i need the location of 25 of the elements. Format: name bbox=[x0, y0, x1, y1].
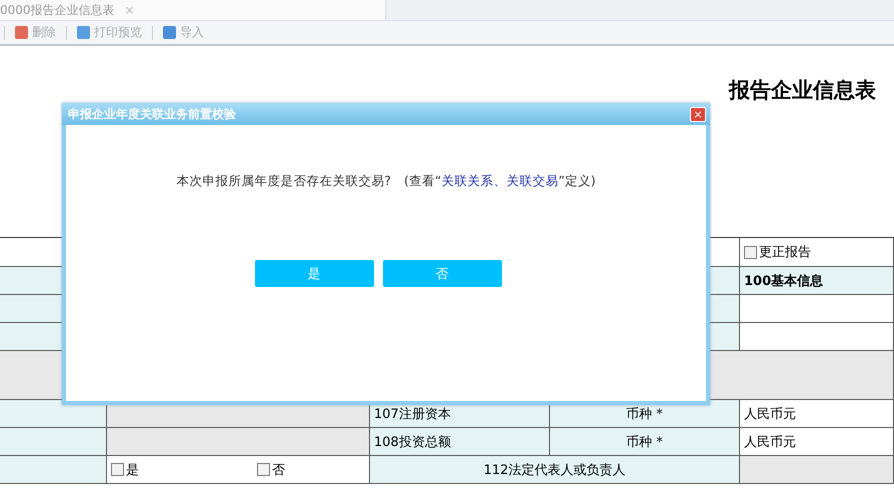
checkbox-label: 更正报告 bbox=[759, 244, 811, 261]
toolbar-button[interactable]: 打印预览 bbox=[75, 24, 144, 41]
checkbox-label: 是 bbox=[126, 462, 139, 478]
checkbox-label: 否 bbox=[272, 462, 285, 478]
dialog-message: 本次申报所属年度是否存在关联交易? (查看“关联关系、关联交易”定义) bbox=[176, 173, 596, 190]
checkbox[interactable] bbox=[744, 246, 757, 258]
dialog-button[interactable]: 是 bbox=[254, 260, 374, 287]
checkbox[interactable] bbox=[111, 463, 124, 476]
dialog-button[interactable]: 否 bbox=[382, 260, 502, 287]
checkbox[interactable] bbox=[257, 463, 270, 476]
close-button[interactable]: × bbox=[690, 106, 706, 122]
table-cell: 108投资总额 bbox=[370, 428, 550, 456]
definition-link[interactable]: 关联关系、关联交易 bbox=[441, 173, 558, 188]
table-cell: 人民币元 bbox=[740, 400, 894, 428]
tab-close[interactable]: × bbox=[124, 3, 135, 17]
document-tab[interactable]: 0000报告企业信息表 × bbox=[0, 0, 386, 20]
table-cell: 币种 * bbox=[550, 428, 740, 456]
tab-label: 0000报告企业信息表 bbox=[0, 2, 115, 18]
table-cell: 112法定代表人或负责人 bbox=[370, 456, 740, 484]
toolbar-button[interactable]: 删除 bbox=[13, 24, 58, 41]
table-cell: 人民币元 bbox=[740, 428, 894, 456]
form-title: 报告企业信息表 bbox=[729, 76, 876, 104]
dialog-title: 申报企业年度关联业务前置校验 bbox=[68, 106, 236, 122]
section-heading: 100基本信息 bbox=[744, 272, 824, 290]
toolbar-button[interactable]: 导入 bbox=[161, 24, 206, 41]
